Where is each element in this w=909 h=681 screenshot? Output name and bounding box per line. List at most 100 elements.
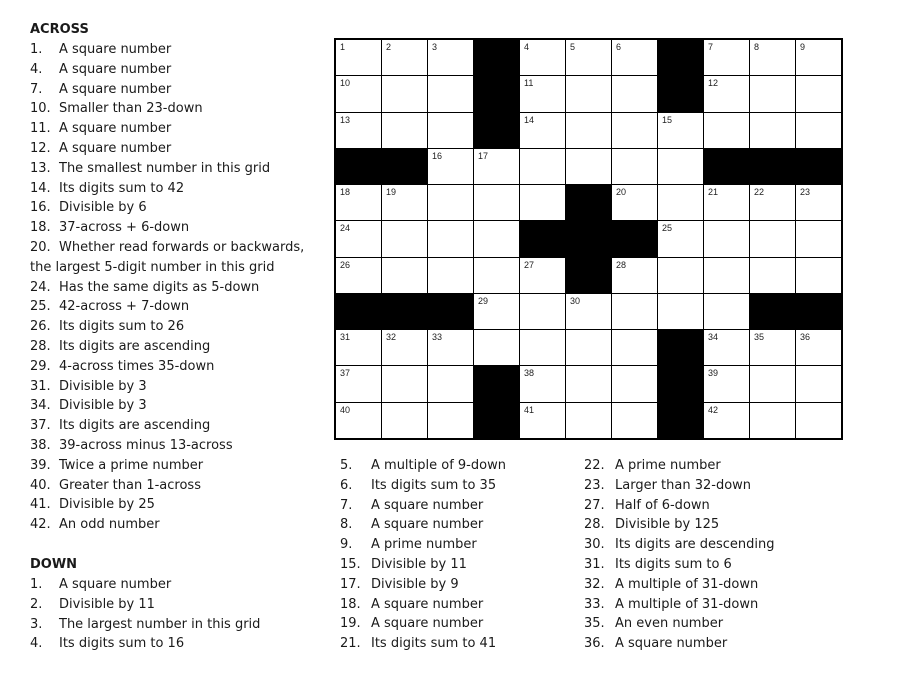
grid-cell[interactable] xyxy=(566,76,611,112)
grid-cell[interactable] xyxy=(612,76,657,112)
grid-cell[interactable]: 7 xyxy=(704,40,749,76)
grid-cell[interactable] xyxy=(428,221,473,257)
grid-cell[interactable] xyxy=(382,112,427,148)
grid-cell[interactable] xyxy=(428,76,473,112)
grid-cell[interactable]: 34 xyxy=(704,330,749,366)
grid-cell[interactable]: 4 xyxy=(520,40,565,76)
grid-cell[interactable]: 11 xyxy=(520,76,565,112)
grid-cell[interactable]: 18 xyxy=(336,185,381,221)
grid-cell[interactable] xyxy=(382,257,427,293)
grid-cell[interactable]: 9 xyxy=(796,40,841,76)
grid-cell[interactable]: 21 xyxy=(704,185,749,221)
grid-cell[interactable] xyxy=(566,330,611,366)
grid-cell[interactable] xyxy=(428,257,473,293)
grid-cell[interactable] xyxy=(474,185,519,221)
grid-cell[interactable]: 17 xyxy=(474,148,519,185)
grid-cell[interactable] xyxy=(612,148,657,185)
grid-cell[interactable] xyxy=(520,330,565,366)
grid-cell[interactable] xyxy=(566,366,611,402)
grid-cell[interactable] xyxy=(566,112,611,148)
grid-cell[interactable] xyxy=(612,402,657,438)
clue-text: A square number xyxy=(59,140,172,156)
grid-cell[interactable] xyxy=(796,76,841,112)
grid-cell[interactable]: 10 xyxy=(336,76,381,112)
grid-cell[interactable] xyxy=(658,293,703,330)
grid-cell[interactable]: 35 xyxy=(750,330,795,366)
grid-cell[interactable]: 31 xyxy=(336,330,381,366)
grid-cell[interactable]: 30 xyxy=(566,293,611,330)
grid-cell[interactable] xyxy=(704,257,749,293)
grid-cell[interactable]: 6 xyxy=(612,40,657,76)
grid-cell[interactable]: 20 xyxy=(612,185,657,221)
grid-cell[interactable]: 29 xyxy=(474,293,519,330)
grid-cell[interactable] xyxy=(796,221,841,257)
grid-cell[interactable]: 13 xyxy=(336,112,381,148)
grid-cell[interactable] xyxy=(612,293,657,330)
grid-cell[interactable]: 41 xyxy=(520,402,565,438)
grid-cell[interactable] xyxy=(704,221,749,257)
grid-cell[interactable]: 15 xyxy=(658,112,703,148)
grid-cell[interactable]: 16 xyxy=(428,148,473,185)
grid-cell[interactable]: 5 xyxy=(566,40,611,76)
grid-cell[interactable] xyxy=(796,257,841,293)
grid-cell[interactable]: 14 xyxy=(520,112,565,148)
grid-cell[interactable]: 26 xyxy=(336,257,381,293)
grid-cell[interactable] xyxy=(704,112,749,148)
grid-cell[interactable]: 37 xyxy=(336,366,381,402)
grid-cell[interactable] xyxy=(382,221,427,257)
grid-cell[interactable] xyxy=(750,366,795,402)
grid-cell[interactable] xyxy=(658,185,703,221)
grid-cell[interactable]: 39 xyxy=(704,366,749,402)
grid-cell[interactable]: 25 xyxy=(658,221,703,257)
grid-cell[interactable]: 38 xyxy=(520,366,565,402)
grid-cell[interactable] xyxy=(474,330,519,366)
grid-cell[interactable] xyxy=(704,293,749,330)
grid-cell[interactable] xyxy=(520,148,565,185)
grid-block xyxy=(566,185,611,221)
grid-cell[interactable] xyxy=(382,402,427,438)
grid-cell[interactable] xyxy=(750,221,795,257)
grid-cell[interactable] xyxy=(750,257,795,293)
grid-cell[interactable]: 23 xyxy=(796,185,841,221)
grid-cell[interactable] xyxy=(612,112,657,148)
grid-cell[interactable] xyxy=(612,330,657,366)
grid-cell[interactable]: 36 xyxy=(796,330,841,366)
grid-cell[interactable] xyxy=(566,148,611,185)
grid-cell[interactable]: 8 xyxy=(750,40,795,76)
grid-cell[interactable]: 42 xyxy=(704,402,749,438)
grid-cell[interactable]: 27 xyxy=(520,257,565,293)
grid-cell[interactable] xyxy=(428,366,473,402)
grid-cell[interactable]: 28 xyxy=(612,257,657,293)
cell-number: 21 xyxy=(708,187,719,198)
grid-cell[interactable]: 32 xyxy=(382,330,427,366)
grid-cell[interactable] xyxy=(382,366,427,402)
grid-cell[interactable]: 2 xyxy=(382,40,427,76)
grid-cell[interactable] xyxy=(428,112,473,148)
grid-cell[interactable] xyxy=(428,402,473,438)
clue-number: 34. xyxy=(30,398,51,414)
grid-cell[interactable] xyxy=(474,257,519,293)
grid-cell[interactable] xyxy=(750,112,795,148)
grid-cell[interactable] xyxy=(658,257,703,293)
grid-cell[interactable] xyxy=(520,185,565,221)
grid-cell[interactable]: 1 xyxy=(336,40,381,76)
grid-cell[interactable]: 24 xyxy=(336,221,381,257)
grid-cell[interactable] xyxy=(796,366,841,402)
grid-cell[interactable] xyxy=(612,366,657,402)
grid-cell[interactable] xyxy=(428,185,473,221)
grid-cell[interactable]: 22 xyxy=(750,185,795,221)
grid-cell[interactable] xyxy=(658,148,703,185)
grid-cell[interactable]: 19 xyxy=(382,185,427,221)
grid-cell[interactable] xyxy=(474,221,519,257)
grid-cell[interactable]: 12 xyxy=(704,76,749,112)
grid-cell[interactable]: 33 xyxy=(428,330,473,366)
grid-cell[interactable] xyxy=(382,76,427,112)
grid-cell[interactable]: 3 xyxy=(428,40,473,76)
grid-cell[interactable] xyxy=(750,402,795,438)
grid-cell[interactable] xyxy=(566,402,611,438)
grid-cell[interactable] xyxy=(520,293,565,330)
grid-cell[interactable]: 40 xyxy=(336,402,381,438)
grid-cell[interactable] xyxy=(796,402,841,438)
grid-cell[interactable] xyxy=(750,76,795,112)
grid-cell[interactable] xyxy=(796,112,841,148)
